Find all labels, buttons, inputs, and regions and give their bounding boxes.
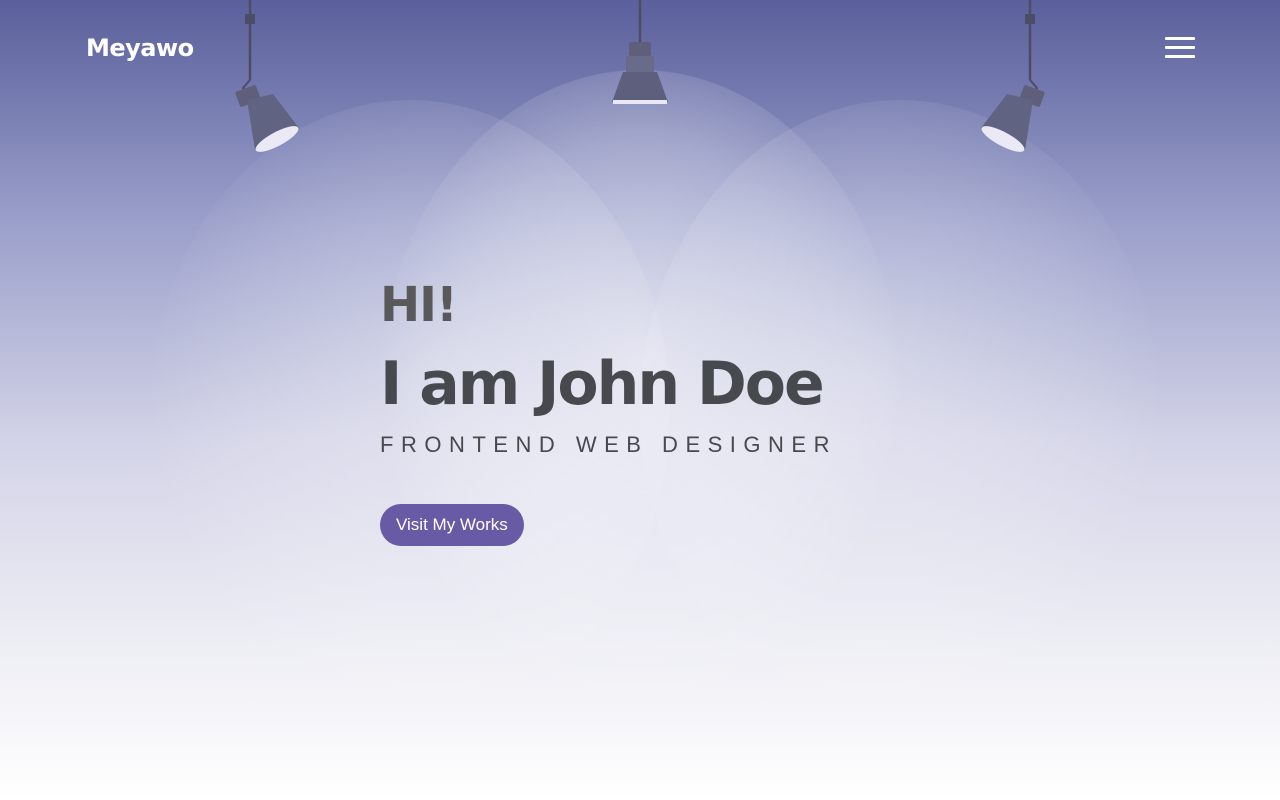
menu-bar-line	[1165, 37, 1195, 40]
hero-subtitle: FRONTEND WEB DESIGNER	[380, 432, 837, 457]
hero-content: HI! I am John Doe FRONTEND WEB DESIGNER …	[380, 272, 1080, 546]
hero-headline: I am John Doe	[380, 349, 825, 419]
hero-section: Meyawo HI! I am John Doe FRONTEND WEB DE…	[0, 0, 1280, 800]
top-navbar: Meyawo	[0, 0, 1280, 98]
brand-logo-link[interactable]: Meyawo	[86, 32, 194, 64]
menu-bar-line	[1165, 46, 1195, 49]
hamburger-menu-icon[interactable]	[1160, 34, 1200, 64]
menu-bar-line	[1165, 55, 1195, 58]
hero-greeting: HI!	[380, 277, 458, 333]
visit-my-works-button[interactable]: Visit My Works	[380, 504, 524, 546]
